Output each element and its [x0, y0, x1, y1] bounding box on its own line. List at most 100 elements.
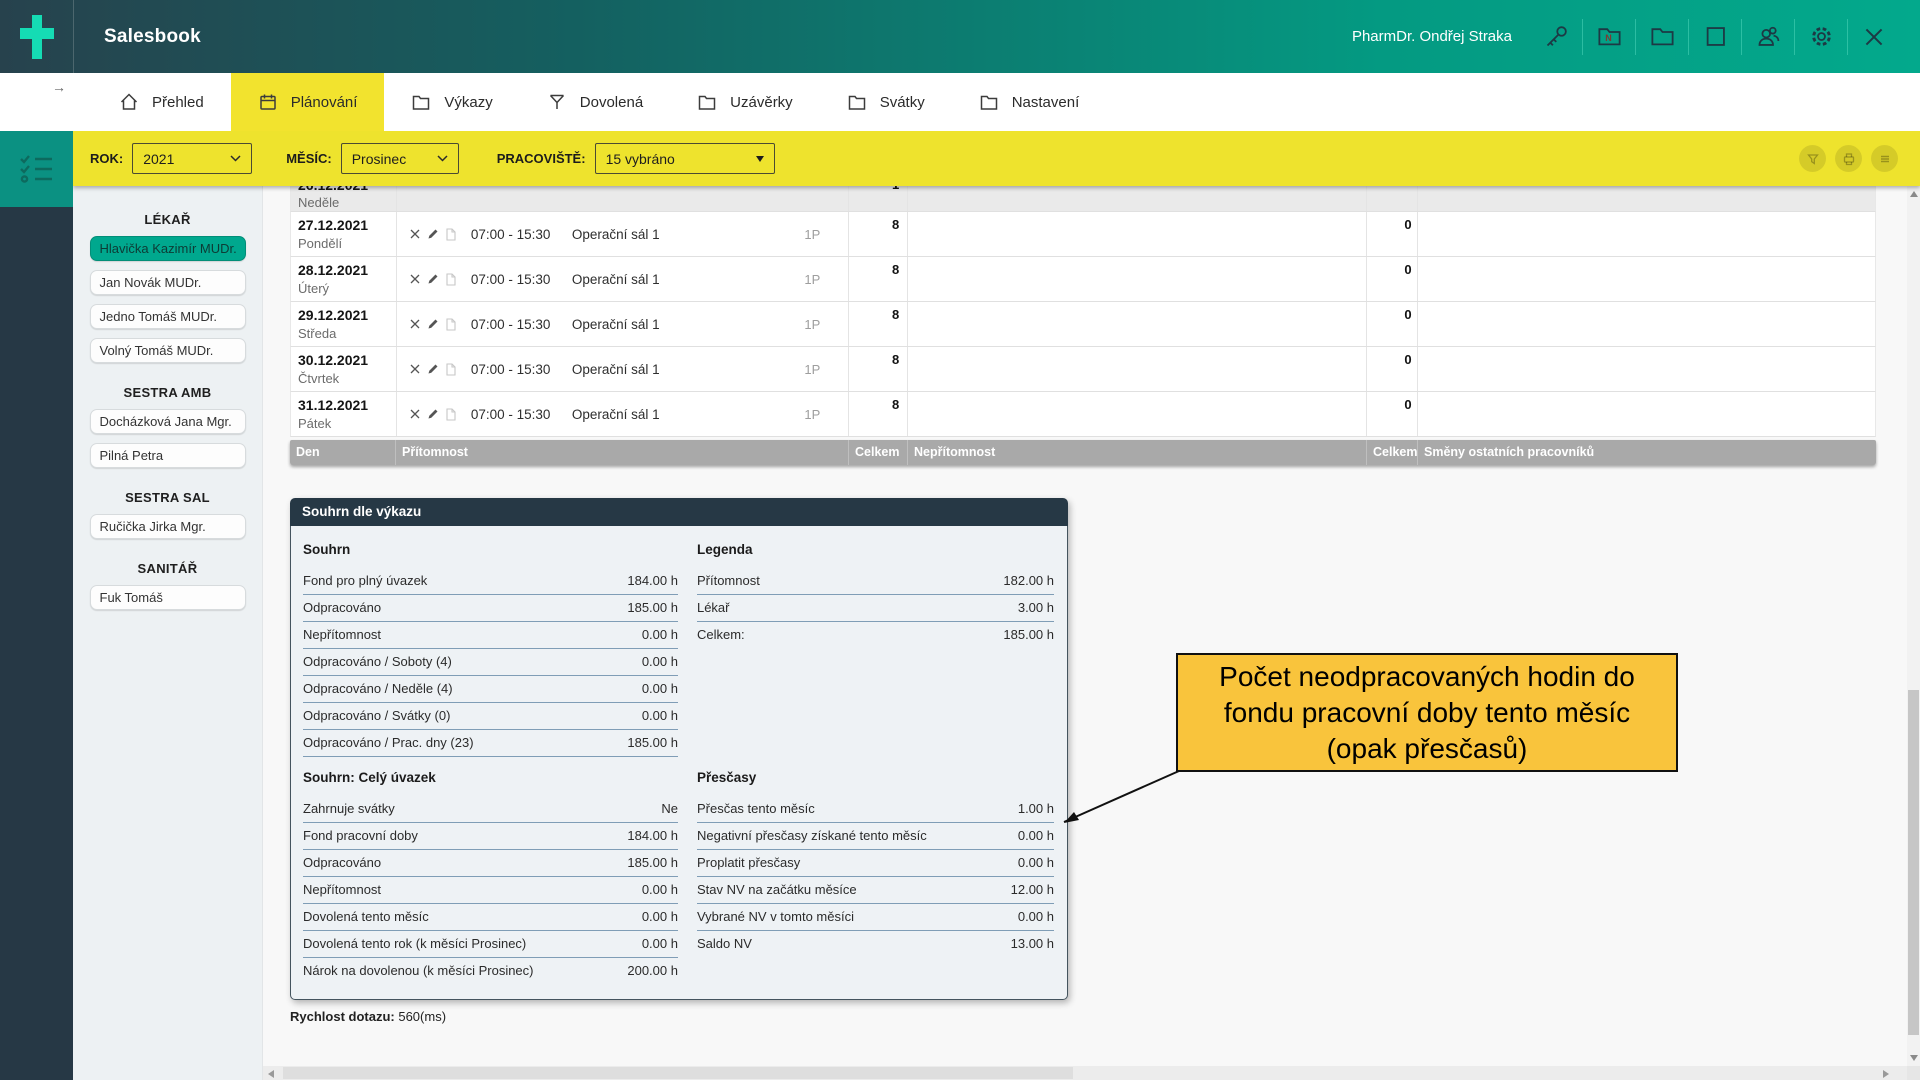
tab-planovani[interactable]: Plánování: [231, 73, 385, 131]
row-day: Středa: [298, 326, 396, 341]
summary-value: 0.00 h: [1018, 850, 1054, 876]
summary-label: Negativní přesčasy získané tento měsíc: [697, 823, 927, 849]
vertical-scrollbar-thumb[interactable]: [1908, 690, 1919, 1035]
delete-shift-icon[interactable]: [409, 228, 421, 241]
app-logo[interactable]: [0, 0, 73, 73]
shift-time: 07:00 - 15:30: [471, 407, 563, 422]
print-button[interactable]: [1835, 145, 1862, 172]
summary-row: Nárok na dovolenou (k měsíci Prosinec) 20…: [303, 958, 678, 985]
filter-button[interactable]: [1799, 145, 1826, 172]
scroll-down-icon[interactable]: [1910, 1055, 1918, 1061]
shift-tag: 1P: [804, 317, 820, 332]
checklist-icon: [17, 152, 57, 186]
scroll-right-icon[interactable]: [1883, 1070, 1889, 1078]
tab-prehled[interactable]: Přehled: [92, 73, 231, 131]
folder-n-icon[interactable]: N: [1589, 17, 1629, 57]
summary-value: 184.00 h: [627, 823, 678, 849]
year-select[interactable]: 2021: [132, 143, 252, 174]
row-day: Pátek: [298, 416, 396, 431]
shift-tag: 1P: [804, 272, 820, 287]
summary-value: 184.00 h: [627, 568, 678, 594]
shift-time: 07:00 - 15:30: [471, 317, 563, 332]
staff-group-title: SESTRA SAL: [73, 490, 262, 505]
menu-button[interactable]: [1871, 145, 1898, 172]
shift-time: 07:00 - 15:30: [471, 272, 563, 287]
gear-icon[interactable]: [1801, 17, 1841, 57]
shift-note-icon[interactable]: [445, 273, 457, 286]
shift-note-icon[interactable]: [445, 318, 457, 331]
tab-svatky[interactable]: Svátky: [820, 73, 952, 131]
window-icon[interactable]: [1695, 17, 1735, 57]
summary-value: 0.00 h: [1018, 823, 1054, 849]
summary-value: 0.00 h: [642, 931, 678, 957]
staff-item-jan-novak[interactable]: Jan Novák MUDr.: [90, 270, 246, 295]
edit-shift-icon[interactable]: [427, 363, 439, 376]
tab-uzaverky[interactable]: Uzávěrky: [670, 73, 820, 131]
month-select[interactable]: Prosinec: [341, 143, 459, 174]
summary-value: 0.00 h: [642, 904, 678, 930]
users-icon[interactable]: [1748, 17, 1788, 57]
staff-item-jedno-tomas[interactable]: Jedno Tomáš MUDr.: [90, 304, 246, 329]
staff-item-volny-tomas[interactable]: Volný Tomáš MUDr.: [90, 338, 246, 363]
scroll-up-icon[interactable]: [1910, 191, 1918, 197]
summary-row: Negativní přesčasy získané tento měsíc 0.…: [697, 823, 1054, 850]
shift-note-icon[interactable]: [445, 228, 457, 241]
delete-shift-icon[interactable]: [409, 318, 421, 331]
staff-group-title: LÉKAŘ: [73, 212, 262, 227]
edit-shift-icon[interactable]: [427, 228, 439, 241]
delete-shift-icon[interactable]: [409, 363, 421, 376]
edit-shift-icon[interactable]: [427, 318, 439, 331]
status-value: 560(ms): [395, 1009, 446, 1024]
staff-item-fuk-tomas[interactable]: Fuk Tomáš: [90, 585, 246, 610]
tab-vykazy[interactable]: Výkazy: [384, 73, 519, 131]
horizontal-scrollbar-thumb[interactable]: [283, 1067, 1073, 1079]
row-date: 26.12.2021: [298, 186, 396, 193]
topbar-divider: [1688, 19, 1689, 55]
shift-note-icon[interactable]: [445, 408, 457, 421]
shift-note-icon[interactable]: [445, 363, 457, 376]
row-day: Neděle: [298, 195, 396, 210]
key-icon[interactable]: [1536, 17, 1576, 57]
staff-group-lekar: LÉKAŘ Hlavička Kazimír MUDr. Jan Novák M…: [73, 212, 262, 363]
scroll-left-icon[interactable]: [268, 1070, 274, 1078]
folder-icon: [697, 92, 717, 112]
tab-label: Přehled: [152, 94, 204, 111]
summary-value: 200.00 h: [627, 958, 678, 985]
staff-item-pilna-petra[interactable]: Pilná Petra: [90, 443, 246, 468]
edit-shift-icon[interactable]: [427, 408, 439, 421]
staff-item-rucicka-jirka[interactable]: Ručička Jirka Mgr.: [90, 514, 246, 539]
horizontal-scrollbar[interactable]: [263, 1066, 1907, 1080]
row-total-presence: 8: [892, 217, 899, 256]
tab-nastaveni[interactable]: Nastavení: [952, 73, 1107, 131]
vertical-scrollbar[interactable]: [1907, 186, 1920, 1066]
folder-icon[interactable]: [1642, 17, 1682, 57]
summary-label: Odpracováno / Soboty (4): [303, 649, 452, 675]
collapse-arrow-icon[interactable]: →: [52, 79, 66, 95]
row-date: 29.12.2021: [298, 307, 396, 323]
shift-place: Operační sál 1: [572, 227, 660, 242]
footer-col-pritomnost: Přítomnost: [395, 440, 848, 465]
summary-label: Odpracováno / Prac. dny (23): [303, 730, 474, 756]
staff-item-hlavicka-kazimir[interactable]: Hlavička Kazimír MUDr.: [90, 236, 246, 261]
staff-group-title: SANITÁŘ: [73, 561, 262, 576]
summary-value: 185.00 h: [627, 595, 678, 621]
summary-row: Celkem:185.00 h: [697, 622, 1054, 649]
topbar-divider: [1847, 19, 1848, 55]
staff-list-button[interactable]: [0, 131, 73, 207]
tab-dovolena[interactable]: Dovolená: [520, 73, 670, 131]
row-day: Úterý: [298, 281, 396, 296]
edit-shift-icon[interactable]: [427, 273, 439, 286]
workplace-select[interactable]: 15 vybráno: [595, 143, 775, 174]
delete-shift-icon[interactable]: [409, 408, 421, 421]
row-total-absence: 0: [1404, 397, 1411, 436]
summary-label: Odpracováno / Svátky (0): [303, 703, 450, 729]
close-icon[interactable]: [1854, 17, 1894, 57]
summary-panel-title: Souhrn dle výkazu: [290, 498, 1068, 526]
summary-label: Nárok na dovolenou (k měsíci Prosinec): [303, 958, 534, 985]
summary-value: 0.00 h: [642, 676, 678, 702]
row-date: 27.12.2021: [298, 217, 396, 233]
staff-item-dochazkova-jana[interactable]: Docházková Jana Mgr.: [90, 409, 246, 434]
section-title-prescasy: Přesčasy: [697, 766, 1054, 796]
delete-shift-icon[interactable]: [409, 273, 421, 286]
row-total-absence: 0: [1404, 307, 1411, 346]
